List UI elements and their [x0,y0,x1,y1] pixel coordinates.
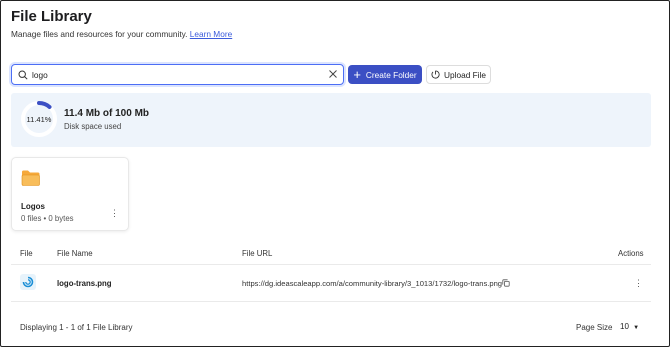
storage-used-label: Disk space used [64,122,122,131]
table-divider [11,264,651,265]
file-name[interactable]: logo-trans.png [57,279,112,288]
pagination-summary: Displaying 1 - 1 of 1 File Library [20,323,133,332]
table-divider [11,301,651,302]
search-icon [18,69,28,80]
storage-panel: 11.41% 11.4 Mb of 100 Mb Disk space used [11,93,651,147]
create-folder-label: Create Folder [365,69,417,80]
search-input[interactable] [32,69,322,80]
upload-icon [431,70,440,79]
plus-icon: + [353,66,361,82]
file-url: https://dg.ideascaleapp.com/a/community-… [242,279,503,288]
page-subtitle: Manage files and resources for your comm… [11,29,232,39]
folder-name: Logos [21,202,45,211]
folder-more-icon[interactable]: ⋮ [110,208,119,219]
subtitle-text: Manage files and resources for your comm… [11,29,188,39]
page-title: File Library [11,8,92,25]
chevron-down-icon: ▼ [633,325,640,331]
storage-used: 11.4 Mb of 100 Mb [64,108,150,119]
storage-percent: 11.41% [26,115,52,124]
column-header-file-name: File Name [57,249,93,258]
copy-icon[interactable] [502,279,510,287]
folder-icon [21,170,40,186]
column-header-actions: Actions [618,249,644,258]
file-thumbnail-icon [20,274,36,290]
column-header-file: File [20,249,33,258]
column-header-file-url: File URL [242,249,273,258]
upload-file-label: Upload File [444,69,486,80]
clear-search-icon[interactable] [328,69,338,79]
create-folder-button[interactable]: + Create Folder [348,65,422,84]
folder-meta: 0 files • 0 bytes [21,214,74,223]
page-size-select[interactable]: 10 ▼ [620,322,639,331]
page-size-label: Page Size [576,323,613,332]
learn-more-link[interactable]: Learn More [190,29,232,39]
folder-card[interactable]: Logos 0 files • 0 bytes ⋮ [11,157,129,231]
page-size-value: 10 [620,322,629,331]
upload-file-button[interactable]: Upload File [426,65,491,84]
row-more-icon[interactable]: ⋮ [634,278,643,289]
search-box[interactable] [11,64,344,85]
